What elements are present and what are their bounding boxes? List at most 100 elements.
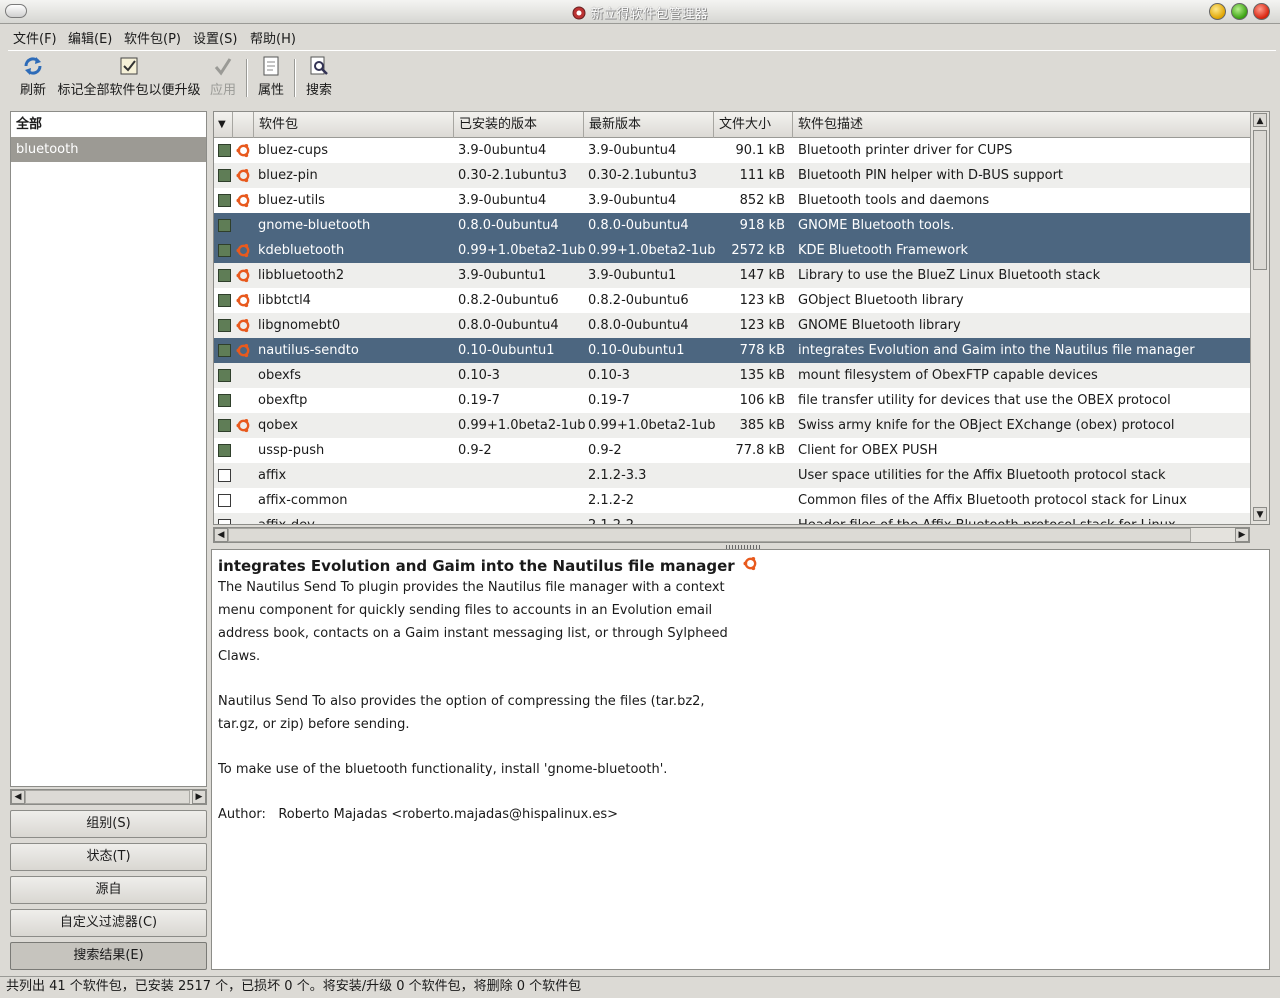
support-icon-cell <box>236 163 254 188</box>
checkbox-box[interactable] <box>218 169 231 182</box>
install-checkbox[interactable] <box>218 313 234 338</box>
install-checkbox[interactable] <box>218 363 234 388</box>
install-checkbox[interactable] <box>218 438 234 463</box>
refresh-button[interactable]: 刷新 <box>16 55 50 98</box>
table-row[interactable]: bluez-utils 3.9-0ubuntu4 3.9-0ubuntu4 852 k… <box>214 188 1250 213</box>
checkbox-box[interactable] <box>218 294 231 307</box>
scroll-right-arrow-icon[interactable]: ▶ <box>1235 528 1249 542</box>
table-row[interactable]: obexfs 0.10-3 0.10-3 135 kB mount filesystem… <box>214 363 1250 388</box>
scroll-down-arrow-icon[interactable]: ▼ <box>1253 507 1267 521</box>
scrollbar-thumb[interactable] <box>228 528 1191 542</box>
scroll-right-arrow-icon[interactable]: ▶ <box>192 790 206 804</box>
install-checkbox[interactable] <box>218 138 234 163</box>
install-checkbox[interactable] <box>218 163 234 188</box>
checkbox-box[interactable] <box>218 469 231 482</box>
search-button[interactable]: 搜索 <box>304 55 334 98</box>
menu-file[interactable]: 文件(F) <box>13 28 57 47</box>
install-checkbox[interactable] <box>218 238 234 263</box>
install-checkbox[interactable] <box>218 488 234 513</box>
properties-button[interactable]: 属性 <box>256 55 286 98</box>
mark-all-upgrades-button[interactable]: 标记全部软件包以便升级 <box>56 55 202 98</box>
table-row[interactable]: bluez-cups 3.9-0ubuntu4 3.9-0ubuntu4 90.1 k… <box>214 138 1250 163</box>
search-results-button[interactable]: 搜索结果(E) <box>10 942 207 970</box>
menu-package[interactable]: 软件包(P) <box>124 28 181 47</box>
checkbox-box[interactable] <box>218 344 231 357</box>
checkbox-box[interactable] <box>218 419 231 432</box>
custom-filters-button[interactable]: 自定义过滤器(C) <box>10 909 207 937</box>
close-button[interactable] <box>1253 3 1270 20</box>
checkbox-box[interactable] <box>218 394 231 407</box>
table-row[interactable]: bluez-pin 0.30-2.1ubuntu3 0.30-2.1ubuntu3 1… <box>214 163 1250 188</box>
column-installed-version[interactable]: 已安装的版本 <box>454 112 584 138</box>
column-description[interactable]: 软件包描述 <box>793 112 1250 138</box>
apply-button[interactable]: 应用 <box>208 55 238 98</box>
install-checkbox[interactable] <box>218 413 234 438</box>
table-row[interactable]: nautilus-sendto 0.10-0ubuntu1 0.10-0ubuntu… <box>214 338 1250 363</box>
table-row[interactable]: ussp-push 0.9-2 0.9-2 77.8 kB Client for OBE… <box>214 438 1250 463</box>
table-row[interactable]: qobex 0.99+1.0beta2-1ub 0.99+1.0beta2-1ub 3… <box>214 413 1250 438</box>
ubuntu-icon <box>236 168 250 183</box>
table-row[interactable]: libgnomebt0 0.8.0-0ubuntu4 0.8.0-0ubuntu4 1… <box>214 313 1250 338</box>
package-description: Common files of the Affix Bluetooth prot… <box>798 493 1187 508</box>
scroll-left-arrow-icon[interactable]: ◀ <box>214 528 228 542</box>
table-row[interactable]: obexftp 0.19-7 0.19-7 106 kB file transfer u… <box>214 388 1250 413</box>
sections-button[interactable]: 组别(S) <box>10 810 207 838</box>
install-checkbox[interactable] <box>218 288 234 313</box>
package-size: 77.8 kB <box>735 443 785 458</box>
details-paragraph: The Nautilus Send To plugin provides the… <box>218 580 728 664</box>
filter-list: 全部 bluetooth <box>10 111 207 787</box>
install-checkbox[interactable] <box>218 213 234 238</box>
sort-indicator-icon[interactable]: ▼ <box>214 112 233 138</box>
table-row[interactable]: affix-common 2.1.2-2 Common files of the A… <box>214 488 1250 513</box>
install-checkbox[interactable] <box>218 388 234 413</box>
table-row[interactable]: libbtctl4 0.8.2-0ubuntu6 0.8.2-0ubuntu6 123… <box>214 288 1250 313</box>
scrollbar-thumb[interactable] <box>1253 130 1267 270</box>
package-table-vscrollbar[interactable]: ▲ ▼ <box>1250 112 1269 524</box>
column-latest-version[interactable]: 最新版本 <box>584 112 714 138</box>
checkbox-box[interactable] <box>218 269 231 282</box>
checkbox-box[interactable] <box>218 319 231 332</box>
package-size: 147 kB <box>739 268 785 283</box>
support-icon-cell <box>236 263 254 288</box>
checkbox-box[interactable] <box>218 519 231 524</box>
table-row[interactable]: libbluetooth2 3.9-0ubuntu1 3.9-0ubuntu1 147… <box>214 263 1250 288</box>
install-checkbox[interactable] <box>218 188 234 213</box>
install-checkbox[interactable] <box>218 338 234 363</box>
table-row[interactable]: kdebluetooth 0.99+1.0beta2-1ub 0.99+1.0bet… <box>214 238 1250 263</box>
scrollbar-thumb[interactable] <box>25 790 190 804</box>
menu-help[interactable]: 帮助(H) <box>250 28 296 47</box>
checkbox-box[interactable] <box>218 244 231 257</box>
checkbox-box[interactable] <box>218 494 231 507</box>
origin-button[interactable]: 源自 <box>10 876 207 904</box>
table-row[interactable]: gnome-bluetooth 0.8.0-0ubuntu4 0.8.0-0ubun… <box>214 213 1250 238</box>
checkbox-box[interactable] <box>218 369 231 382</box>
scroll-left-arrow-icon[interactable]: ◀ <box>11 790 25 804</box>
filter-list-hscrollbar[interactable]: ◀ ▶ <box>10 789 207 805</box>
checkbox-box[interactable] <box>218 444 231 457</box>
column-package[interactable]: 软件包 <box>254 112 454 138</box>
minimize-button[interactable] <box>1209 3 1226 20</box>
scroll-up-arrow-icon[interactable]: ▲ <box>1253 113 1267 127</box>
menu-settings[interactable]: 设置(S) <box>193 28 237 47</box>
maximize-button[interactable] <box>1231 3 1248 20</box>
filter-item-bluetooth[interactable]: bluetooth <box>11 137 206 162</box>
column-status-icon[interactable] <box>233 112 254 138</box>
checkbox-box[interactable] <box>218 144 231 157</box>
installed-version <box>458 488 585 513</box>
ubuntu-icon <box>743 556 757 571</box>
install-checkbox[interactable] <box>218 263 234 288</box>
checkbox-box[interactable] <box>218 194 231 207</box>
table-row[interactable]: affix-dev 2.1.2-2 Header files of the Affi… <box>214 513 1250 524</box>
menu-edit[interactable]: 编辑(E) <box>68 28 112 47</box>
table-row[interactable]: affix 2.1.2-3.3 User space utilities for t… <box>214 463 1250 488</box>
status-button[interactable]: 状态(T) <box>10 843 207 871</box>
package-description: Swiss army knife for the OBject EXchange… <box>798 418 1175 433</box>
column-size[interactable]: 文件大小 <box>714 112 793 138</box>
package-table-hscrollbar[interactable]: ◀ ▶ <box>213 527 1250 543</box>
install-checkbox[interactable] <box>218 463 234 488</box>
install-checkbox[interactable] <box>218 513 234 524</box>
checkbox-box[interactable] <box>218 219 231 232</box>
latest-version: 2.1.2-3.3 <box>588 468 647 483</box>
filter-item-all[interactable]: 全部 <box>11 112 206 137</box>
installed-version: 0.8.0-0ubuntu4 <box>458 218 559 233</box>
